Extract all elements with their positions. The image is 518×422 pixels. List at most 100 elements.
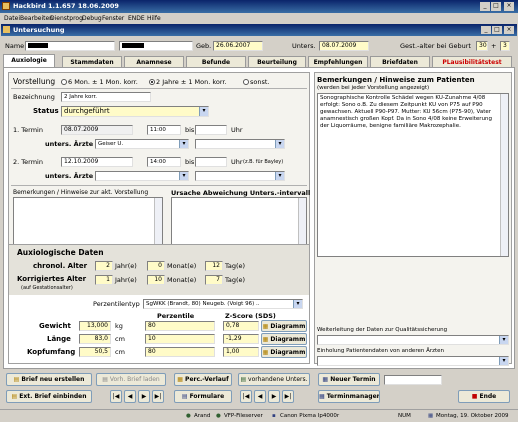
termin2-arzt2-select[interactable]: ▾	[195, 171, 285, 181]
close-button[interactable]: ×	[504, 2, 514, 11]
einholung-select[interactable]: ▾	[317, 356, 509, 366]
menu-item-ende[interactable]: ENDE	[128, 15, 145, 22]
menu-item-debug[interactable]: Debug	[82, 15, 102, 22]
termin2-time-field[interactable]: 14:00	[147, 157, 181, 167]
termin1-bis-label: bis	[185, 126, 195, 134]
menu-item-hilfe[interactable]: Hilfe	[147, 15, 161, 22]
ext-brief-button[interactable]: ▤ Ext. Brief einbinden	[6, 390, 92, 403]
terminmanager-button[interactable]: ▦ Terminmanager	[318, 390, 380, 403]
kopfumfang-diagramm-button[interactable]: ▦ Diagramm	[261, 346, 307, 358]
tab-plausibilitaetstest[interactable]: PLausibilitätstest	[432, 56, 512, 67]
chevron-down-icon[interactable]: ▾	[499, 357, 508, 365]
window-maximize-button[interactable]: □	[492, 26, 502, 34]
scrollbar[interactable]	[500, 94, 508, 256]
chevron-down-icon[interactable]: ▾	[179, 140, 188, 148]
nav2-prev-button[interactable]: ◀	[254, 390, 266, 403]
nav2-last-button[interactable]: ▶|	[282, 390, 294, 403]
status-select[interactable]: durchgeführt ▾	[61, 106, 209, 117]
tab-briefdaten[interactable]: Briefdaten	[370, 56, 430, 67]
gewicht-field[interactable]: 13,000	[79, 321, 111, 331]
termin2-arzt1-select[interactable]: ▾	[95, 171, 189, 181]
maximize-button[interactable]: □	[491, 2, 501, 11]
neuer-termin-field[interactable]	[384, 375, 442, 385]
termin1-time-field[interactable]: 11:00	[147, 125, 181, 135]
chevron-down-icon[interactable]: ▾	[199, 107, 208, 116]
nav-last-button[interactable]: ▶|	[152, 390, 164, 403]
termin1-arzt2-select[interactable]: ▾	[195, 139, 285, 149]
window-titlebar: Untersuchung _ □ ×	[1, 24, 517, 36]
nav-first-button[interactable]: |◀	[110, 390, 122, 403]
laenge-diagramm-button[interactable]: ▦ Diagramm	[261, 333, 307, 345]
menu-item-dienstprog[interactable]: Dienstprog	[50, 15, 83, 22]
form-icon: ▤	[181, 393, 188, 400]
tab-befunde[interactable]: Befunde	[186, 56, 246, 67]
menu-item-fenster[interactable]: Fenster	[102, 15, 124, 22]
vorh-unters-button[interactable]: ▤ vorhandene Unters.	[238, 373, 310, 386]
vorstellung-option-6mon[interactable]: 6 Mon. ± 1 Mon. korr.	[61, 78, 138, 86]
nav2-next-button[interactable]: ▶	[268, 390, 280, 403]
nav-next-button[interactable]: ▶	[138, 390, 150, 403]
neuer-termin-button[interactable]: ▦ Neuer Termin	[318, 373, 380, 386]
tab-anamnese[interactable]: Anamnese	[124, 56, 184, 67]
perzentilentyp-select[interactable]: SgWKK (Brandt, 80) Neugeb. (Voigt 96) ..…	[143, 299, 303, 309]
perc-verlauf-button[interactable]: ▦ Perc.-Verlauf	[174, 373, 232, 386]
gestalter-days-field[interactable]: 3	[500, 41, 510, 51]
tab-beurteilung[interactable]: Beurteilung	[248, 56, 306, 67]
korr-sublabel: (auf Gestationsalter)	[21, 285, 73, 291]
menu-item-datei[interactable]: Datei	[4, 15, 20, 22]
chron-months-field[interactable]: 0	[147, 261, 165, 271]
radio-icon	[149, 79, 155, 85]
chron-years-field[interactable]: 2	[95, 261, 113, 271]
name-firstname-field[interactable]	[119, 41, 193, 51]
name-lastname-field[interactable]	[25, 41, 115, 51]
termin2-date-field[interactable]: 12.10.2009	[61, 157, 133, 167]
weiterleitung-select[interactable]: ▾	[317, 335, 509, 345]
minimize-button[interactable]: _	[480, 2, 490, 11]
scrollbar[interactable]	[154, 198, 162, 246]
chron-days-field[interactable]: 12	[205, 261, 223, 271]
brief-neu-button[interactable]: ▤ Brief neu erstellen	[6, 373, 92, 386]
nav-prev-button[interactable]: ◀	[124, 390, 136, 403]
korr-days-field[interactable]: 7	[205, 275, 223, 285]
unters-date-field[interactable]: 08.07.2009	[319, 41, 369, 51]
termin1-date-field[interactable]: 08.07.2009	[61, 125, 133, 135]
vorh-brief-button[interactable]: ▤ Vorh. Brief laden	[96, 373, 166, 386]
gestalter-weeks-field[interactable]: 30	[476, 41, 488, 51]
tab-empfehlungen[interactable]: Empfehlungen	[308, 56, 368, 67]
korr-months-field[interactable]: 10	[147, 275, 165, 285]
bemerkungen-akt-textarea[interactable]	[13, 197, 163, 247]
bottom-bar: ▤ Brief neu erstellen ▤ Vorh. Brief lade…	[0, 370, 518, 408]
chevron-down-icon[interactable]: ▾	[499, 336, 508, 344]
chevron-down-icon[interactable]: ▾	[275, 140, 284, 148]
ext-brief-label: Ext. Brief einbinden	[19, 393, 87, 400]
ende-button[interactable]: ■ Ende	[458, 390, 510, 403]
chron-days-unit: Tag(e)	[225, 262, 246, 270]
termin2-aerzte-label: unters. Ärzte	[45, 172, 94, 180]
nav2-first-button[interactable]: |◀	[240, 390, 252, 403]
menu-item-bearbeiten[interactable]: Bearbeiten	[20, 15, 53, 22]
tab-stammdaten[interactable]: Stammdaten	[62, 56, 122, 67]
vorstellung-option-2jahre[interactable]: 2 Jahre ± 1 Mon. korr.	[149, 78, 227, 86]
formulare-button[interactable]: ▤ Formulare	[174, 390, 232, 403]
chevron-down-icon[interactable]: ▾	[275, 172, 284, 180]
birthdate-field[interactable]: 26.06.2007	[213, 41, 263, 51]
termin2-end-field[interactable]	[195, 157, 227, 167]
window-close-button[interactable]: ×	[504, 26, 514, 34]
auxio-title: Auxiologische Daten	[17, 248, 104, 257]
korr-years-field[interactable]: 1	[95, 275, 113, 285]
kopfumfang-field[interactable]: 50,5	[79, 347, 111, 357]
patient-notes-textarea[interactable]: Sonographische Kontrolle Schädel wegen K…	[317, 93, 509, 257]
chevron-down-icon[interactable]: ▾	[293, 300, 302, 308]
tab-auxiologie[interactable]: Auxiologie	[3, 54, 55, 67]
termin1-arzt1-select[interactable]: Geiser U. ▾	[95, 139, 189, 149]
window-minimize-button[interactable]: _	[481, 26, 491, 34]
bezeichnung-field[interactable]: 2 Jahre korr.	[61, 92, 151, 102]
laenge-field[interactable]: 83,0	[79, 334, 111, 344]
scrollbar[interactable]	[298, 198, 306, 246]
termin1-end-field[interactable]	[195, 125, 227, 135]
chevron-down-icon[interactable]: ▾	[179, 172, 188, 180]
bezeichnung-label: Bezeichnung	[13, 93, 55, 101]
gewicht-diagramm-button[interactable]: ▦ Diagramm	[261, 320, 307, 332]
vorstellung-option-sonst[interactable]: sonst.	[243, 78, 269, 86]
ursache-textarea[interactable]	[171, 197, 307, 247]
